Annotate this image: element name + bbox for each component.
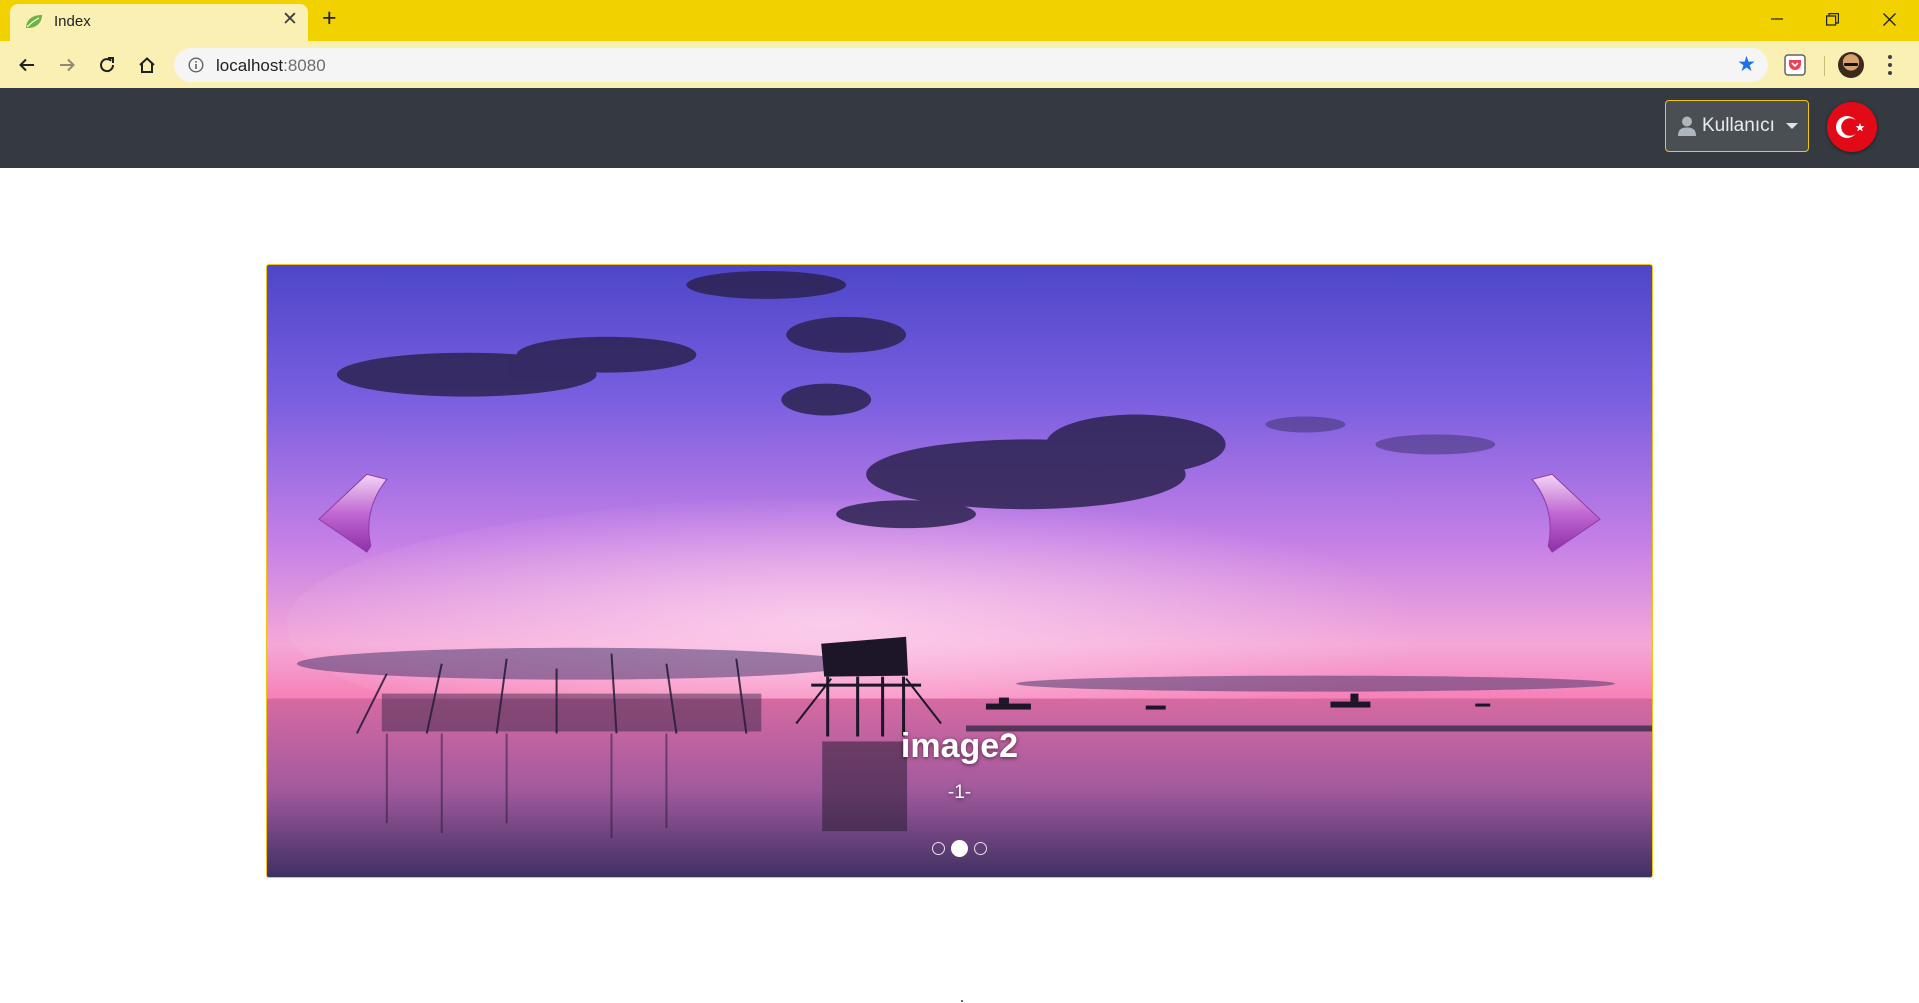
leaf-icon [26,15,42,28]
tab-close-icon[interactable]: ✕ [282,10,298,29]
carousel-indicator-active[interactable] [951,840,968,857]
browser-tab[interactable]: Index ✕ [10,4,308,41]
caret-down-icon [1786,123,1798,129]
reload-icon[interactable] [93,51,121,79]
url-port: :8080 [283,56,326,75]
toolbar-divider [1824,56,1825,76]
carousel-caption-title: image2 [900,727,1019,765]
menu-dots-icon[interactable] [1884,54,1896,76]
new-tab-icon[interactable]: + [322,6,337,31]
carousel-next-button[interactable] [1532,478,1612,568]
carousel-caption-subtitle: -1- [947,782,972,803]
page-dot [961,1000,963,1002]
carousel-indicator[interactable] [974,842,987,855]
user-dropdown-button[interactable]: Kullanıcı [1665,100,1809,152]
arrow-right-icon[interactable] [53,51,81,79]
turkey-flag-icon[interactable] [1827,102,1877,152]
restore-icon[interactable] [1817,6,1847,32]
tab-title: Index [54,13,91,30]
info-icon[interactable] [188,57,204,73]
home-icon[interactable] [133,51,161,79]
close-window-icon[interactable] [1874,6,1904,32]
pocket-icon[interactable] [1784,54,1806,76]
browser-toolbar: localhost:8080 ★ [0,41,1919,88]
address-bar[interactable]: localhost:8080 ★ [174,48,1768,82]
arrow-left-icon[interactable] [13,51,41,79]
carousel-prev-button[interactable] [307,478,387,568]
star-icon[interactable]: ★ [1737,54,1756,75]
browser-tabstrip: Index ✕ + [0,0,1919,41]
url-host: localhost [216,56,284,75]
image-carousel[interactable]: image2 -1- [266,264,1653,878]
carousel-indicators [267,840,1652,857]
user-dropdown-label: Kullanıcı [1702,115,1775,136]
user-icon [1678,116,1696,136]
carousel-indicator[interactable] [932,842,945,855]
minimize-icon[interactable] [1762,6,1792,32]
site-navbar: Kullanıcı [0,88,1919,168]
avatar[interactable] [1838,52,1864,78]
url-text[interactable]: localhost:8080 [216,56,326,76]
